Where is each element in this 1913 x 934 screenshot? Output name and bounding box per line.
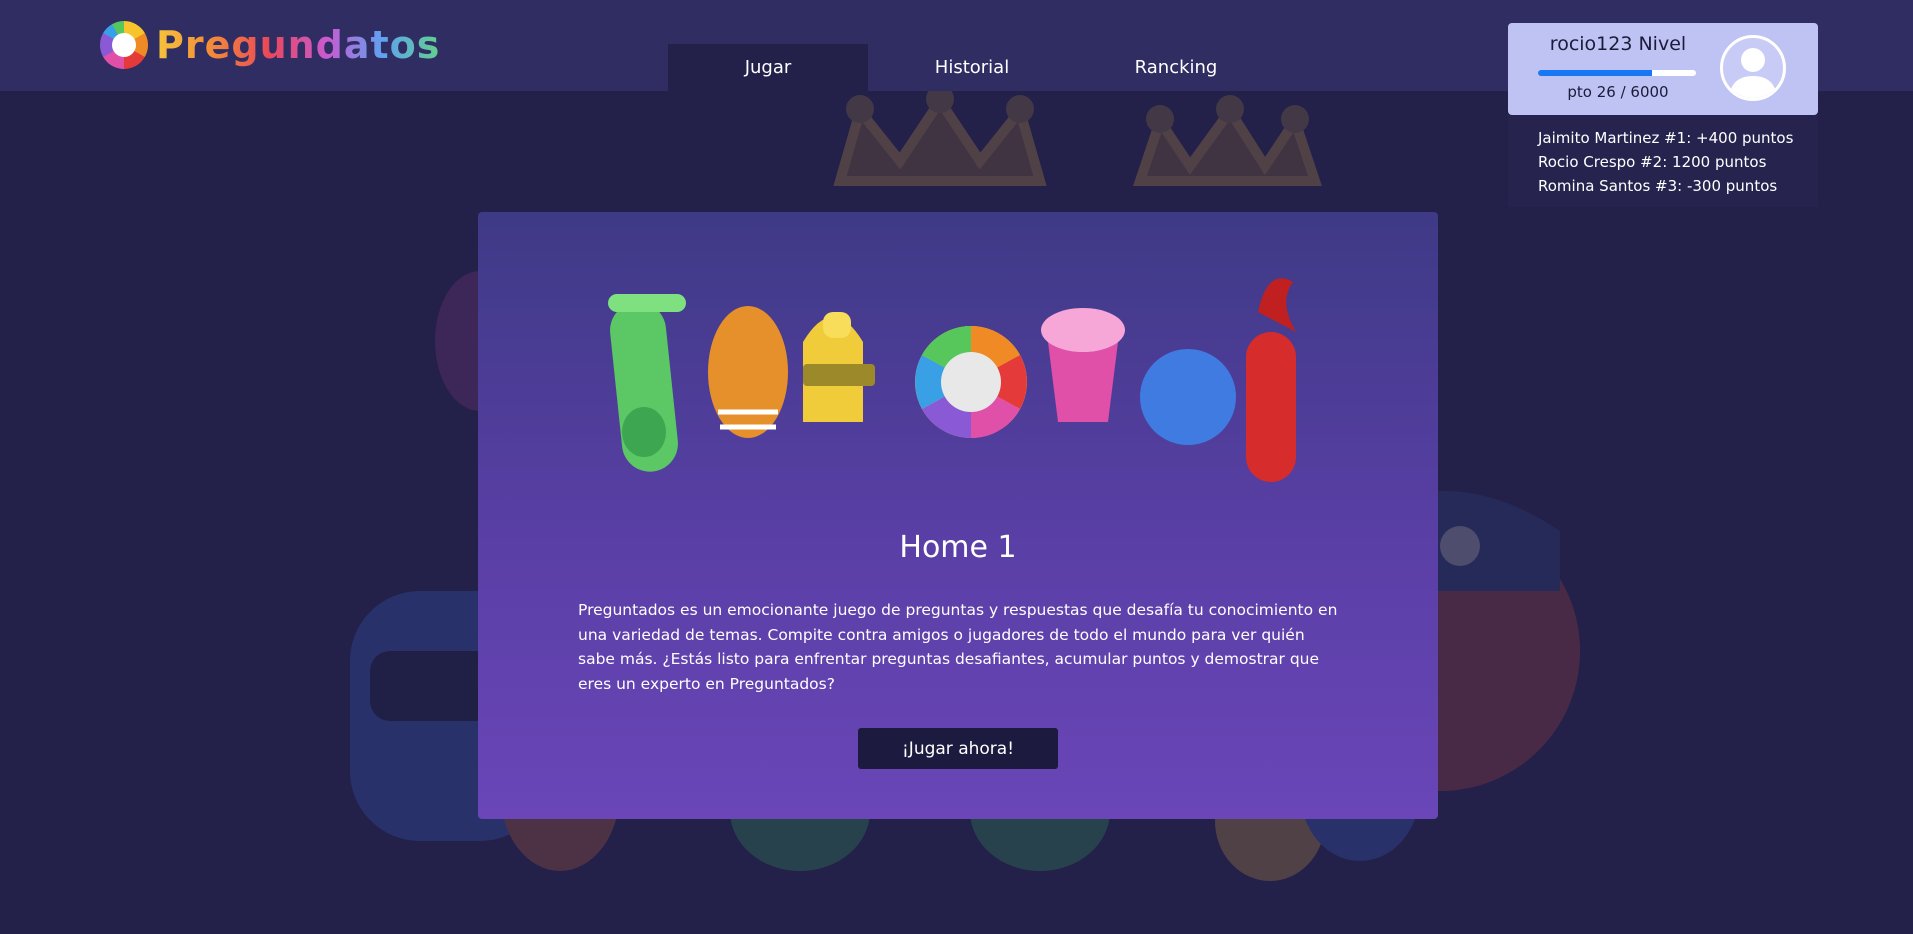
green-character-icon <box>608 294 686 472</box>
yellow-character-icon <box>803 312 875 422</box>
orange-character-icon <box>708 306 788 438</box>
level-progress-fill <box>1538 70 1652 76</box>
logo[interactable]: Pregundatos <box>100 20 440 70</box>
tab-historial[interactable]: Historial <box>872 44 1072 91</box>
pink-character-icon <box>1041 308 1125 422</box>
logo-wheel-icon <box>100 21 148 69</box>
wheel-character-icon <box>915 326 1027 438</box>
description-text: Preguntados es un emocionante juego de p… <box>578 601 1338 693</box>
ranking-entry: Rocio Crespo #2: 1200 puntos <box>1538 153 1767 171</box>
ranking-panel: Jaimito Martinez #1: +400 puntos Rocio C… <box>1508 115 1818 207</box>
ranking-entry: Romina Santos #3: -300 puntos <box>1538 177 1778 195</box>
ranking-entry: Jaimito Martinez #1: +400 puntos <box>1538 129 1794 147</box>
user-points: pto 26 / 6000 <box>1567 83 1669 101</box>
logo-text: Pregundatos <box>156 23 441 67</box>
tab-jugar[interactable]: Jugar <box>668 44 868 91</box>
home-card: Home 1 Preguntados es un emocionante jue… <box>478 212 1438 819</box>
play-now-button[interactable]: ¡Jugar ahora! <box>858 728 1058 769</box>
user-card[interactable]: rocio123 Nivel pto 26 / 6000 <box>1508 23 1818 115</box>
avatar-icon[interactable] <box>1720 35 1786 101</box>
user-name-level: rocio123 Nivel <box>1549 33 1687 55</box>
blue-character-icon <box>1140 349 1236 445</box>
red-character-icon <box>1246 278 1296 482</box>
characters-illustration <box>608 278 1296 482</box>
main-nav: Jugar Historial Rancking <box>668 44 1280 91</box>
level-progress-bar <box>1538 70 1696 76</box>
page-title: Home 1 <box>899 530 1017 565</box>
tab-rancking[interactable]: Rancking <box>1076 44 1276 91</box>
user-silhouette-icon <box>1729 48 1777 98</box>
